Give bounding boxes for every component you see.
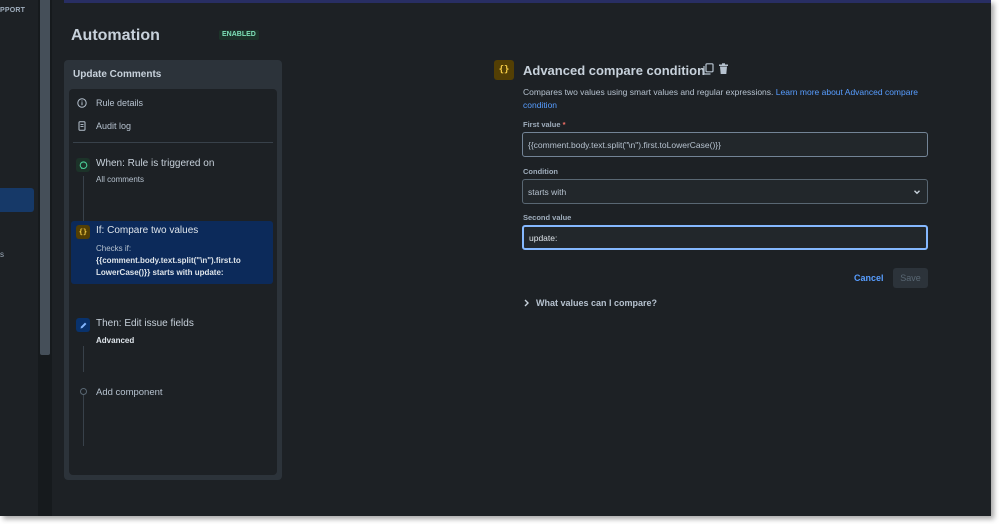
action-step[interactable]: Then: Edit issue fields Advanced	[71, 315, 273, 347]
flow-connector	[83, 394, 84, 446]
first-value-label: First value *	[523, 120, 566, 129]
first-value-text: {{comment.body.text.split("\n").first.to…	[528, 139, 721, 150]
menu-divider	[73, 142, 273, 143]
second-value-label: Second value	[523, 213, 572, 222]
trigger-title: When: Rule is triggered on	[96, 158, 215, 169]
condition-desc-line2: LowerCase()}} starts with update:	[96, 268, 224, 277]
document-icon	[78, 121, 86, 131]
add-component-dot-icon	[80, 388, 87, 395]
braces-icon: {}	[76, 225, 90, 239]
condition-select[interactable]: starts with	[522, 179, 928, 204]
scrollbar-thumb[interactable]	[40, 0, 50, 355]
trash-icon[interactable]	[718, 63, 729, 75]
rule-details-label: Rule details	[96, 98, 144, 108]
braces-icon: {}	[494, 60, 514, 80]
rule-panel: Update Comments Rule details Audit log W…	[64, 60, 282, 480]
editor-actions	[703, 63, 729, 75]
condition-title: If: Compare two values	[96, 225, 199, 236]
first-value-input[interactable]: {{comment.body.text.split("\n").first.to…	[522, 132, 928, 157]
second-value-input[interactable]: update:	[522, 225, 928, 250]
first-value-label-text: First value	[523, 120, 561, 129]
editor-description-text: Compares two values using smart values a…	[523, 87, 774, 97]
pencil-icon	[76, 318, 90, 332]
action-description: Advanced	[96, 336, 135, 345]
status-badge: ENABLED	[219, 30, 259, 40]
trigger-description: All comments	[96, 175, 145, 184]
page-title: Automation	[71, 27, 160, 44]
chevron-down-icon	[914, 189, 920, 194]
rule-details-link[interactable]: Rule details	[77, 95, 143, 111]
cancel-button[interactable]: Cancel	[848, 268, 890, 288]
second-value-text: update:	[529, 232, 558, 243]
condition-step[interactable]: {} If: Compare two values Checks if: {{c…	[71, 221, 273, 284]
rule-name: Update Comments	[73, 69, 162, 80]
condition-label: Condition	[523, 167, 558, 176]
comment-trigger-icon	[76, 158, 90, 172]
flow-connector	[83, 346, 84, 372]
trigger-step[interactable]: When: Rule is triggered on All comments	[71, 155, 273, 193]
nav-support-label[interactable]: PPORT	[0, 7, 25, 14]
help-expander[interactable]: What values can I compare?	[523, 298, 657, 308]
chevron-right-icon	[524, 299, 529, 307]
audit-log-label: Audit log	[96, 121, 132, 131]
save-button[interactable]: Save	[893, 268, 928, 288]
app-window: PPORT s Automation ENABLED Update Commen…	[0, 0, 991, 516]
required-marker: *	[562, 120, 566, 129]
editor-title: Advanced compare condition	[523, 63, 706, 78]
action-title: Then: Edit issue fields	[96, 318, 194, 329]
top-accent-bar	[64, 0, 991, 3]
add-component-button[interactable]: Add component	[96, 384, 163, 400]
audit-log-link[interactable]: Audit log	[77, 118, 131, 134]
rule-component-list: Rule details Audit log When: Rule is tri…	[69, 89, 277, 475]
editor-description: Compares two values using smart values a…	[523, 86, 923, 112]
condition-desc-prefix: Checks if:	[96, 244, 132, 253]
nav-selected-item[interactable]	[0, 188, 34, 212]
copy-icon[interactable]	[703, 63, 714, 75]
help-expander-label: What values can I compare?	[536, 298, 658, 308]
condition-desc-line1: {{comment.body.text.split("\n").first.to	[96, 256, 241, 265]
left-navigation: PPORT s	[0, 0, 40, 516]
condition-selected-value: starts with	[528, 186, 567, 197]
nav-item-fragment[interactable]: s	[0, 250, 4, 259]
info-icon	[77, 98, 87, 108]
